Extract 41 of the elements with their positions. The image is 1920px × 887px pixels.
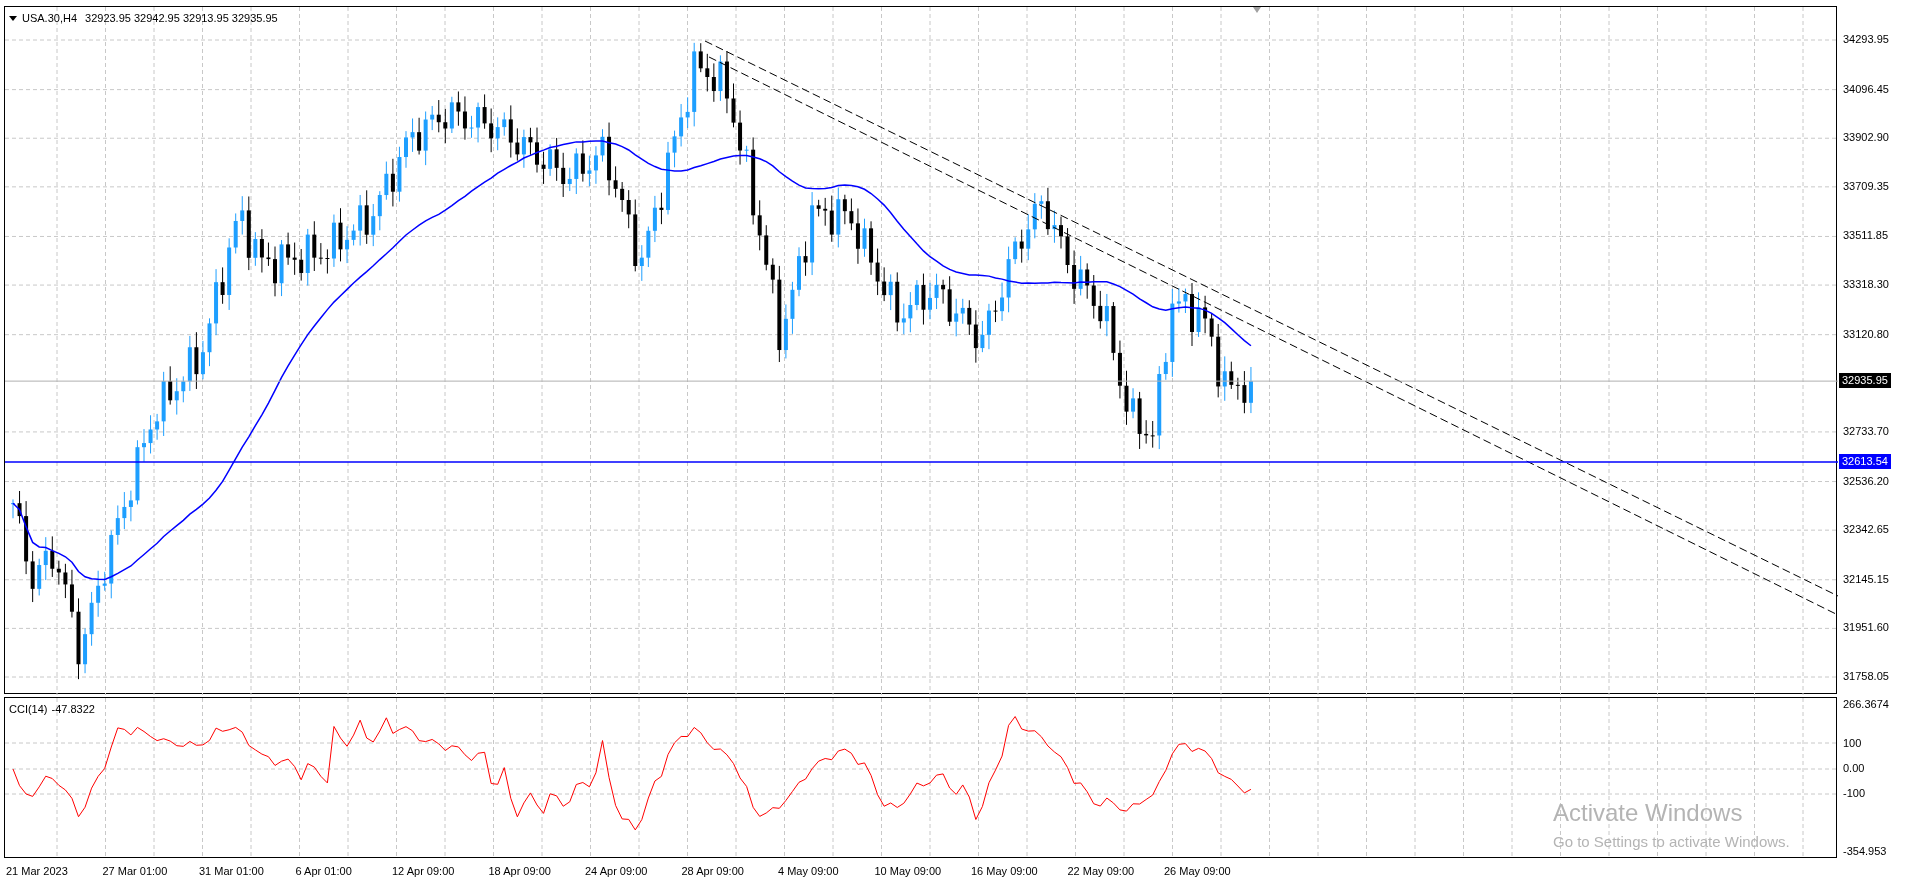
- price-label: 33709.35: [1843, 178, 1889, 193]
- price-marker: 32613.54: [1839, 454, 1891, 470]
- price-label: 33120.80: [1843, 326, 1889, 341]
- chart-symbol: USA.30,H4: [22, 11, 78, 26]
- time-label: 6 Apr 01:00: [295, 863, 353, 879]
- indicator-axis-label: 100: [1843, 736, 1862, 750]
- time-label: 18 Apr 09:00: [488, 863, 552, 879]
- time-label: 16 May 09:00: [971, 863, 1039, 879]
- price-label: 34096.45: [1843, 81, 1889, 96]
- time-label: 24 Apr 09:00: [585, 863, 649, 879]
- watermark-title: Activate Windows: [1553, 798, 1744, 828]
- price-label: 34293.95: [1843, 32, 1889, 46]
- ohlc-values: 32923.95 32942.95 32913.95 32935.95: [85, 11, 278, 26]
- indicator-axis-label: 0.00: [1843, 761, 1865, 775]
- dropdown-triangle-icon[interactable]: [9, 15, 17, 21]
- indicator-axis-label: -354.953: [1843, 844, 1887, 858]
- price-label: 32536.20: [1843, 473, 1889, 488]
- price-label: 33318.30: [1843, 277, 1889, 292]
- time-label: 21 Mar 2023: [6, 863, 69, 879]
- price-label: 31951.60: [1843, 620, 1889, 635]
- indicator-title: CCI(14): [9, 702, 48, 717]
- time-label: 12 Apr 09:00: [392, 863, 456, 879]
- indicator-value: -47.8322: [51, 702, 95, 717]
- time-label: 27 Mar 01:00: [102, 863, 169, 879]
- price-label: 31758.05: [1843, 669, 1889, 683]
- time-label: 10 May 09:00: [874, 863, 943, 879]
- time-label: 31 Mar 01:00: [199, 863, 265, 879]
- shift-marker-icon[interactable]: [1253, 7, 1261, 13]
- price-label: 33511.85: [1843, 228, 1889, 243]
- price-label: 32733.70: [1843, 423, 1889, 438]
- time-label: 4 May 09:00: [778, 863, 840, 879]
- indicator-axis-label: -100: [1843, 786, 1866, 800]
- price-label: 32145.15: [1843, 571, 1889, 586]
- time-label: 26 May 09:00: [1164, 863, 1232, 879]
- price-label: 32342.65: [1843, 522, 1889, 537]
- price-marker: 32935.95: [1839, 373, 1891, 389]
- time-label: 22 May 09:00: [1067, 863, 1136, 879]
- watermark-subtitle: Go to Settings to activate Windows.: [1553, 832, 1790, 852]
- indicator-axis-label: 266.3674: [1843, 697, 1889, 711]
- price-label: 33902.90: [1843, 130, 1889, 145]
- time-label: 28 Apr 09:00: [681, 863, 745, 879]
